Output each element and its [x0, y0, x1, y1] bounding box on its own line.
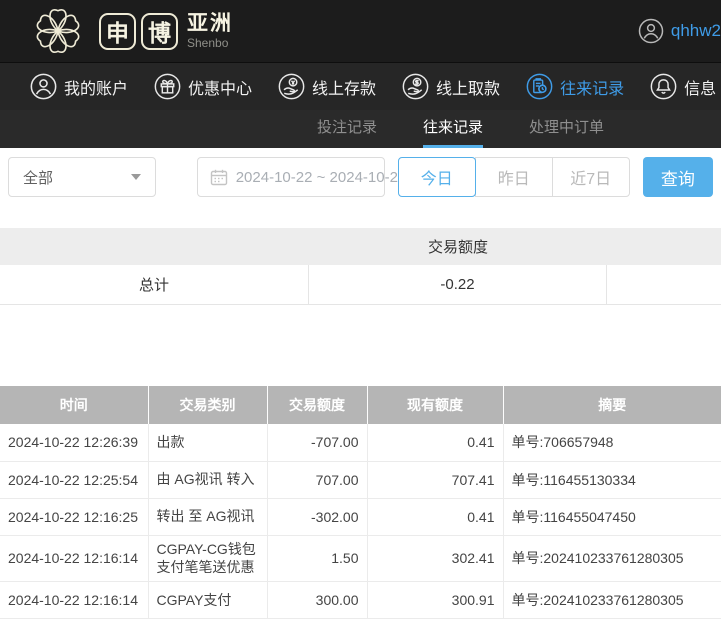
- summary-header-spacer: [0, 228, 309, 265]
- tab-betting-records[interactable]: 投注记录: [317, 110, 377, 148]
- col-header-memo: 摘要: [503, 386, 721, 424]
- search-button[interactable]: 查询: [642, 157, 713, 197]
- cell-memo: 单号:706657948: [503, 424, 721, 462]
- tab-transaction-records[interactable]: 往来记录: [422, 110, 483, 148]
- cell-amount: -707.00: [267, 424, 368, 462]
- filter-bar: 全部 2024-10-22 ~ 2024-10-22 今日 昨日 近7日 查询: [0, 148, 721, 197]
- col-header-amount: 交易额度: [267, 386, 368, 424]
- summary-header-spacer: [607, 228, 721, 265]
- cell-memo: 单号:116455130334: [503, 461, 721, 499]
- type-filter-select[interactable]: 全部: [8, 157, 156, 197]
- brand-region: 亚洲: [187, 12, 233, 35]
- cell-time: 2024-10-22 12:25:54: [0, 461, 149, 499]
- cell-category: 由 AG视讯 转入: [148, 461, 268, 499]
- nav-label: 往来记录: [560, 80, 625, 98]
- yesterday-button[interactable]: 昨日: [474, 157, 553, 197]
- cell-time: 2024-10-22 12:16:14: [0, 581, 149, 620]
- nav-item-deposit[interactable]: 线上存款: [278, 73, 376, 100]
- table-row: 2024-10-22 12:16:25 转出 至 AG视讯 -302.00 0.…: [0, 498, 721, 536]
- cell-category: CGPAY支付: [148, 581, 268, 620]
- user-icon: [30, 73, 57, 100]
- cell-category: CGPAY-CG钱包支付笔笔送优惠: [148, 535, 268, 583]
- nav-label: 线上取款: [436, 80, 501, 98]
- cell-amount: 707.00: [267, 461, 368, 499]
- col-header-balance: 现有额度: [367, 386, 504, 424]
- cell-balance: 0.41: [367, 498, 504, 536]
- main-navigation: 我的账户 优惠中心 线上存款 线上取款 往来记录 信息: [0, 62, 721, 110]
- nav-label: 信息: [684, 80, 717, 98]
- today-button[interactable]: 今日: [397, 157, 476, 197]
- table-row: 2024-10-22 12:16:14 CGPAY-CG钱包支付笔笔送优惠 1.…: [0, 535, 721, 583]
- cell-time: 2024-10-22 12:16:25: [0, 498, 149, 536]
- table-row: 2024-10-22 12:25:54 由 AG视讯 转入 707.00 707…: [0, 461, 721, 499]
- summary-total-row: 总计 -0.22: [0, 265, 721, 305]
- cell-balance: 707.41: [367, 461, 504, 499]
- date-range-value: 2024-10-22 ~ 2024-10-22: [235, 168, 407, 186]
- cell-time: 2024-10-22 12:16:14: [0, 535, 149, 583]
- withdraw-hand-coin-icon: [402, 73, 429, 100]
- cell-balance: 300.91: [367, 581, 504, 620]
- quick-date-button-group: 今日 昨日 近7日: [397, 157, 630, 197]
- nav-label: 我的账户: [64, 80, 129, 98]
- cell-memo: 单号:202410233761280305: [503, 581, 721, 620]
- date-range-input[interactable]: 2024-10-22 ~ 2024-10-22: [196, 157, 406, 197]
- nav-label: 线上存款: [312, 80, 377, 98]
- cell-memo: 单号:202410233761280305: [503, 535, 721, 583]
- tab-pending-orders[interactable]: 处理中订单: [529, 110, 604, 148]
- flower-logo-icon: [36, 8, 80, 54]
- cell-balance: 0.41: [367, 424, 504, 462]
- username[interactable]: qhhw2: [671, 21, 721, 41]
- col-header-category: 交易类别: [148, 386, 268, 424]
- col-header-time: 时间: [0, 386, 149, 424]
- summary-total-spacer: [607, 265, 721, 304]
- cell-memo: 单号:116455047450: [503, 498, 721, 536]
- summary-header-amount: 交易额度: [427, 239, 488, 256]
- cell-amount: 1.50: [267, 535, 368, 583]
- brand-char-bo: 博: [141, 12, 178, 50]
- table-header-row: 时间 交易类别 交易额度 现有额度 摘要: [0, 386, 721, 424]
- cell-balance: 302.41: [367, 535, 504, 583]
- chevron-down-icon: [130, 174, 141, 180]
- cell-amount: -302.00: [267, 498, 368, 536]
- nav-label: 优惠中心: [188, 80, 253, 98]
- table-row: 2024-10-22 12:26:39 出款 -707.00 0.41 单号:7…: [0, 424, 721, 462]
- summary-total-value: -0.22: [309, 265, 607, 304]
- brand-char-shen: 申: [99, 12, 136, 50]
- account-area[interactable]: qhhw2: [638, 0, 721, 62]
- bell-icon: [650, 73, 677, 100]
- nav-item-promotions[interactable]: 优惠中心: [154, 73, 252, 100]
- nav-item-messages[interactable]: 信息: [650, 73, 716, 100]
- nav-item-withdraw[interactable]: 线上取款: [402, 73, 500, 100]
- topbar: 申 博 亚洲 Shenbo qhhw2: [0, 0, 721, 62]
- summary-header-row: 交易额度: [0, 228, 721, 265]
- type-filter-value: 全部: [23, 169, 54, 187]
- nav-item-transaction-records[interactable]: 往来记录: [526, 73, 624, 100]
- brand-latin: Shenbo: [187, 36, 229, 50]
- cell-time: 2024-10-22 12:26:39: [0, 424, 149, 462]
- summary-table: 交易额度 总计 -0.22: [0, 228, 721, 305]
- gift-icon: [154, 73, 181, 100]
- transactions-table: 时间 交易类别 交易额度 现有额度 摘要 2024-10-22 12:26:39…: [0, 386, 721, 620]
- user-avatar-icon: [638, 18, 664, 44]
- brand-logo[interactable]: 申 博 亚洲 Shenbo: [26, 2, 233, 60]
- records-clipboard-clock-icon: [526, 73, 553, 100]
- cell-amount: 300.00: [267, 581, 368, 620]
- deposit-hand-coin-icon: [278, 73, 305, 100]
- table-row: 2024-10-22 12:16:14 CGPAY支付 300.00 300.9…: [0, 581, 721, 620]
- records-subnav: 投注记录 往来记录 处理中订单: [0, 110, 721, 148]
- summary-total-label: 总计: [0, 265, 309, 304]
- cell-category: 转出 至 AG视讯: [148, 498, 268, 536]
- calendar-icon: [210, 168, 228, 186]
- nav-item-my-account[interactable]: 我的账户: [30, 73, 128, 100]
- cell-category: 出款: [148, 424, 268, 462]
- last-7-days-button[interactable]: 近7日: [551, 157, 630, 197]
